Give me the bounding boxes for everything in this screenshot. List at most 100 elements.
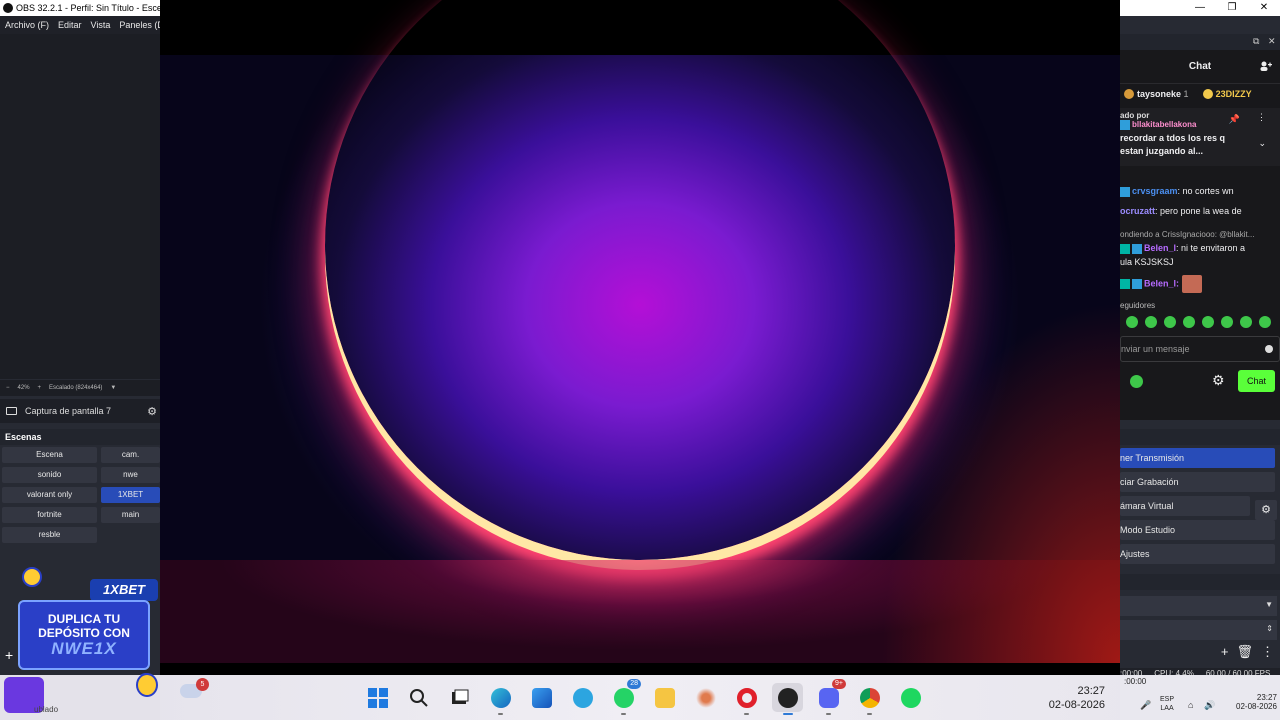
preview-area[interactable] <box>0 34 160 379</box>
chat-input[interactable]: nviar un mensaje <box>1120 336 1280 362</box>
ad-line2: DEPÓSITO CON <box>38 626 130 640</box>
spin-select[interactable]: ⇕ <box>1120 620 1277 640</box>
badge-icon <box>1132 243 1142 254</box>
network-icon[interactable]: ⌂ <box>1188 700 1193 710</box>
leader-item[interactable]: taysoneke 1 <box>1124 89 1189 100</box>
trash-icon[interactable]: 🗑 <box>1236 644 1253 660</box>
scale-dropdown-icon[interactable]: ▼ <box>110 385 116 391</box>
more-icon[interactable]: ⋮ <box>1261 644 1274 660</box>
pin-icon[interactable]: 📌 <box>1229 114 1240 125</box>
mixer-dock-header <box>1120 574 1280 590</box>
chat-message: Belen_l: <box>1120 275 1280 293</box>
gear-icon[interactable]: ⚙ <box>147 405 157 418</box>
emoji-icon[interactable] <box>1265 345 1273 353</box>
taskbar-clock[interactable]: 23:27 02-08-2026 <box>1030 684 1105 712</box>
wallpaper-red-haze <box>880 300 1120 663</box>
settings-gear-icon[interactable]: ⚙ <box>1212 372 1225 389</box>
system-tray: :00:00 🎤 ESP LAA ⌂ 🔊 23:27 02-08-2026 <box>1120 675 1280 720</box>
emote-icon[interactable] <box>1126 316 1138 328</box>
coin-icon <box>22 567 42 587</box>
claude-icon[interactable] <box>690 683 721 712</box>
scene-main[interactable]: main <box>101 507 160 523</box>
dropdown-select[interactable]: ▼ <box>1120 596 1277 616</box>
volume-icon[interactable]: 🔊 <box>1204 700 1215 711</box>
start-recording-button[interactable]: ciar Grabación <box>1120 472 1275 492</box>
task-view-icon[interactable] <box>444 683 475 712</box>
close-icon[interactable]: ✕ <box>1248 0 1280 16</box>
zoom-in-icon[interactable]: + <box>38 385 42 391</box>
more-icon[interactable]: ⋮ <box>1257 112 1266 123</box>
add-icon[interactable]: + <box>1221 644 1229 660</box>
add-scene-icon[interactable]: + <box>5 647 13 663</box>
obs-app-icon <box>3 3 13 13</box>
notification-badge: 28 <box>627 679 641 689</box>
chat-send-button[interactable]: Chat <box>1238 370 1275 392</box>
start-streaming-button[interactable]: ner Transmisión <box>1120 448 1275 468</box>
language-indicator[interactable]: ESP LAA <box>1160 695 1174 713</box>
chat-actions: ⚙ Chat <box>1120 370 1280 394</box>
search-icon[interactable] <box>403 683 434 712</box>
ad-banner[interactable]: 1XBET DUPLICA TU DEPÓSITO CON NWE1X + <box>0 565 160 693</box>
scene-sonido[interactable]: sonido <box>2 467 97 483</box>
menu-archivo[interactable]: Archivo (F) <box>5 16 49 34</box>
edge-icon[interactable] <box>485 683 516 715</box>
emote-icon[interactable] <box>1221 316 1233 328</box>
leaderboard: taysoneke 1 23DIZZY <box>1120 84 1280 104</box>
scene-escena[interactable]: Escena <box>2 447 97 463</box>
menu-editar[interactable]: Editar <box>58 16 82 34</box>
emote-icon[interactable] <box>1183 316 1195 328</box>
scene-fortnite[interactable]: fortnite <box>2 507 97 523</box>
chat-dock-header: ⧉ ✕ <box>1120 34 1280 50</box>
discord-icon[interactable]: 9+ <box>813 679 846 715</box>
chat-input-placeholder: nviar un mensaje <box>1121 344 1190 354</box>
scene-valorant-only[interactable]: valorant only <box>2 487 97 503</box>
studio-mode-button[interactable]: Modo Estudio <box>1120 520 1275 540</box>
settings-button[interactable]: Ajustes <box>1120 544 1275 564</box>
obs-icon[interactable] <box>772 683 803 715</box>
windows-taskbar: 5 28 9+ 23:27 02-08-2026 <box>0 675 1280 720</box>
scene-resble[interactable]: resble <box>2 527 97 543</box>
monitor-icon <box>6 407 17 415</box>
windows-start-icon[interactable] <box>362 683 393 712</box>
float-icon[interactable]: ⧉ <box>1253 36 1259 47</box>
menu-vista[interactable]: Vista <box>91 16 111 34</box>
menu-paneles[interactable]: Paneles (D <box>119 16 160 34</box>
virtual-camera-button[interactable]: ámara Virtual <box>1120 496 1250 516</box>
users-icon[interactable] <box>1260 60 1272 72</box>
leader-item[interactable]: 23DIZZY <box>1202 89 1252 100</box>
opera-icon[interactable] <box>731 683 762 715</box>
microphone-icon[interactable]: 🎤 <box>1140 700 1151 711</box>
emote-icon[interactable] <box>1202 316 1214 328</box>
close-dock-icon[interactable]: ✕ <box>1268 36 1276 47</box>
dock-tools: + 🗑 ⋮ <box>1221 644 1274 660</box>
telegram-icon[interactable] <box>567 683 598 712</box>
zoom-out-icon[interactable]: − <box>6 385 10 391</box>
chrome-icon[interactable] <box>854 683 885 715</box>
file-explorer-icon[interactable] <box>649 683 680 712</box>
pinned-message[interactable]: ado por bllakitabellakona recordar a tdo… <box>1120 108 1280 166</box>
tray-clock[interactable]: 23:27 02-08-2026 <box>1236 693 1277 711</box>
minimize-icon[interactable]: — <box>1184 0 1216 16</box>
chat-message-continuation: ula KSJSKSJ <box>1120 257 1174 267</box>
emote-icon[interactable] <box>1164 316 1176 328</box>
source-name: Captura de pantalla 7 <box>25 406 112 416</box>
emote-icon[interactable] <box>1259 316 1271 328</box>
weather-widget[interactable]: 5 <box>180 678 209 698</box>
scene-cam[interactable]: cam. <box>101 447 160 463</box>
clock-time: 23:27 <box>1077 685 1105 697</box>
scene-1xbet[interactable]: 1XBET <box>101 487 160 503</box>
emote-icon[interactable] <box>1240 316 1252 328</box>
chevron-down-icon: ▼ <box>1265 600 1273 609</box>
clock-date: 02-08-2026 <box>1048 699 1105 711</box>
chat-message: Belen_l: ni te envitaron a <box>1120 241 1280 255</box>
scene-nwe[interactable]: nwe <box>101 467 160 483</box>
store-icon[interactable] <box>526 683 557 712</box>
maximize-icon[interactable]: ❐ <box>1216 0 1248 16</box>
spotify-icon[interactable] <box>895 683 926 712</box>
virtual-camera-settings-icon[interactable]: ⚙ <box>1255 500 1277 520</box>
whatsapp-icon[interactable]: 28 <box>608 679 641 715</box>
channel-points-icon[interactable] <box>1130 375 1143 388</box>
chevron-down-icon[interactable]: ⌄ <box>1258 138 1266 149</box>
chat-panel: Chat taysoneke 1 23DIZZY ado por bllakit… <box>1120 50 1280 420</box>
emote-icon[interactable] <box>1145 316 1157 328</box>
